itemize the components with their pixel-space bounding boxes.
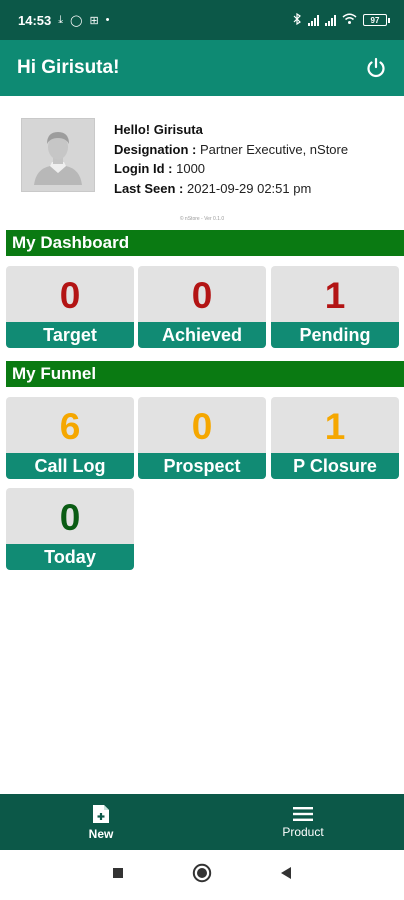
app-title: Hi Girisuta! (17, 57, 120, 78)
status-bar: 14:53 ⤓ ◯ ⊞ • 97 (0, 0, 404, 40)
menu-icon (293, 806, 313, 821)
nav-product-label: Product (282, 824, 324, 839)
prospect-tile[interactable]: 0 Prospect (138, 397, 266, 479)
today-value: 0 (59, 497, 81, 538)
pending-tile[interactable]: 1 Pending (271, 266, 399, 348)
app-grid-icon: ⊞ (89, 14, 99, 27)
avatar (21, 118, 95, 192)
nav-new-label: New (88, 826, 114, 841)
back-triangle-icon (281, 866, 291, 879)
achieved-label: Achieved (138, 322, 266, 348)
bluetooth-icon (293, 12, 302, 28)
p-closure-label: P Closure (271, 453, 399, 479)
target-label: Target (6, 322, 134, 348)
notification-ring-icon: ◯ (70, 14, 83, 27)
more-notifications-icon: • (105, 14, 110, 26)
battery-level: 97 (363, 14, 387, 26)
version-text: © nStore - Ver 0.1.0 (179, 216, 225, 222)
prospect-value: 0 (191, 406, 213, 447)
achieved-value: 0 (191, 275, 213, 316)
battery-icon: 97 (363, 14, 390, 26)
call-log-tile[interactable]: 6 Call Log (6, 397, 134, 479)
pending-value: 1 (324, 275, 346, 316)
home-circle-icon (192, 863, 212, 882)
back-button[interactable] (280, 866, 292, 885)
add-document-icon (93, 804, 109, 823)
bottom-nav: New Product (0, 794, 404, 850)
prospect-label: Prospect (138, 453, 266, 479)
dashboard-header: My Dashboard (6, 230, 404, 256)
today-label: Today (6, 544, 134, 570)
target-value: 0 (59, 275, 81, 316)
call-log-value: 6 (59, 406, 81, 447)
wifi-icon (342, 13, 357, 27)
nav-product-button[interactable]: Product (202, 794, 404, 850)
login-id-value: 1000 (176, 161, 206, 176)
p-closure-tile[interactable]: 1 P Closure (271, 397, 399, 479)
p-closure-value: 1 (324, 406, 346, 447)
pending-label: Pending (271, 322, 399, 348)
last-seen-label: Last Seen : (114, 180, 184, 196)
today-tile[interactable]: 0 Today (6, 488, 134, 570)
app-bar: Hi Girisuta! (0, 40, 404, 96)
profile-greeting: Hello! Girisuta (114, 122, 203, 137)
status-time: 14:53 (18, 12, 52, 28)
signal-icon (308, 14, 319, 26)
square-icon (113, 868, 123, 878)
designation-label: Designation : (114, 141, 197, 157)
system-nav-bar (0, 850, 404, 900)
download-icon: ⤓ (58, 13, 64, 26)
designation-value: Partner Executive, nStore (199, 141, 349, 157)
signal-icon-2 (325, 14, 336, 26)
funnel-header: My Funnel (6, 361, 404, 387)
call-log-label: Call Log (6, 453, 134, 479)
home-button[interactable] (192, 863, 212, 888)
logout-button[interactable] (362, 54, 390, 82)
user-avatar-icon (34, 132, 82, 185)
target-tile[interactable]: 0 Target (6, 266, 134, 348)
login-id-label: Login Id : (114, 161, 173, 176)
recent-apps-button[interactable] (112, 866, 124, 884)
profile-card: Hello! Girisuta Designation : Partner Ex… (21, 118, 394, 196)
achieved-tile[interactable]: 0 Achieved (138, 266, 266, 348)
power-icon (367, 57, 385, 78)
nav-new-button[interactable]: New (0, 794, 202, 850)
last-seen-value: 2021-09-29 02:51 pm (186, 180, 312, 196)
